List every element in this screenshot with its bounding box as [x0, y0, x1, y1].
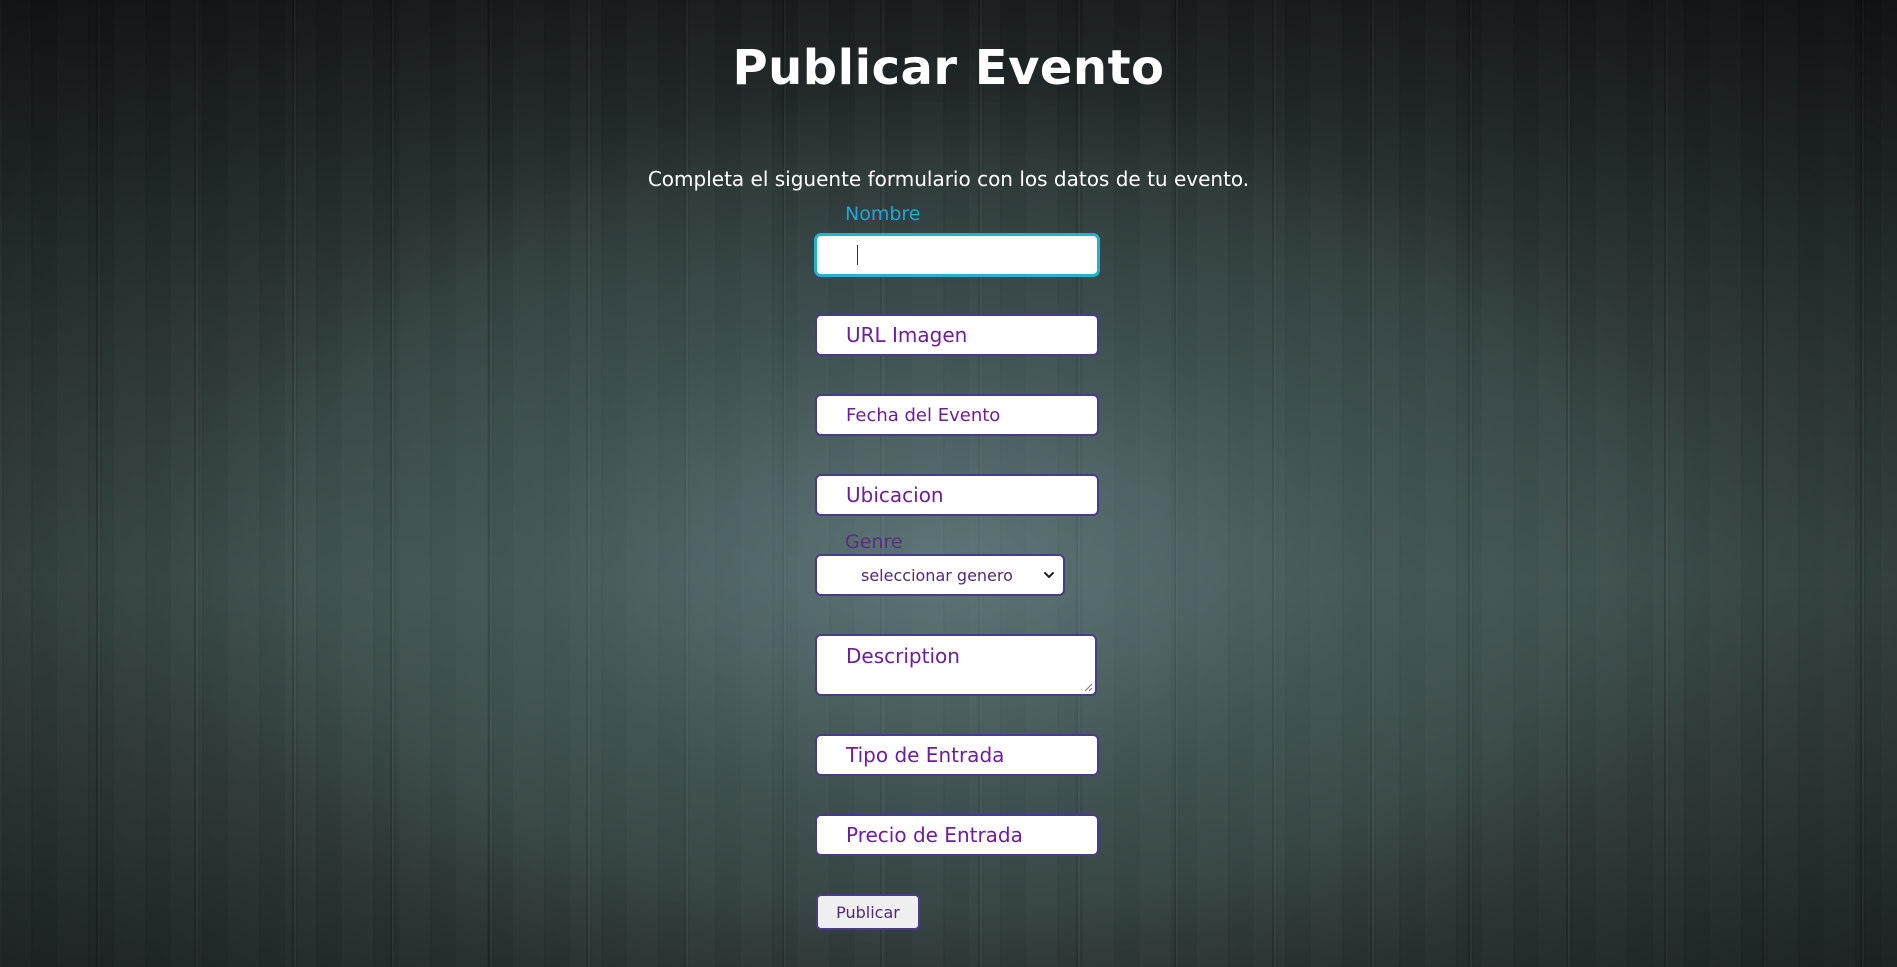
form-intro-text: Completa el siguente formulario con los …	[647, 167, 1250, 191]
description-textarea[interactable]: Description	[815, 634, 1097, 696]
page-title: Publicar Evento	[732, 40, 1165, 96]
fecha-evento-input[interactable]	[815, 394, 1099, 436]
genre-select[interactable]: seleccionar genero	[815, 554, 1065, 596]
url-imagen-input[interactable]	[815, 314, 1099, 356]
publicar-button[interactable]: Publicar	[816, 894, 920, 930]
precio-entrada-input[interactable]	[815, 814, 1099, 856]
genre-label: Genre	[845, 531, 903, 553]
text-caret	[857, 245, 858, 265]
nombre-input[interactable]	[815, 234, 1099, 276]
resize-grip-icon[interactable]	[1083, 682, 1093, 692]
chevron-down-icon	[1044, 572, 1054, 578]
description-placeholder: Description	[846, 644, 960, 668]
ubicacion-input[interactable]	[815, 474, 1099, 516]
tipo-entrada-input[interactable]	[815, 734, 1099, 776]
genre-select-value: seleccionar genero	[861, 565, 1013, 585]
nombre-label: Nombre	[845, 203, 921, 225]
